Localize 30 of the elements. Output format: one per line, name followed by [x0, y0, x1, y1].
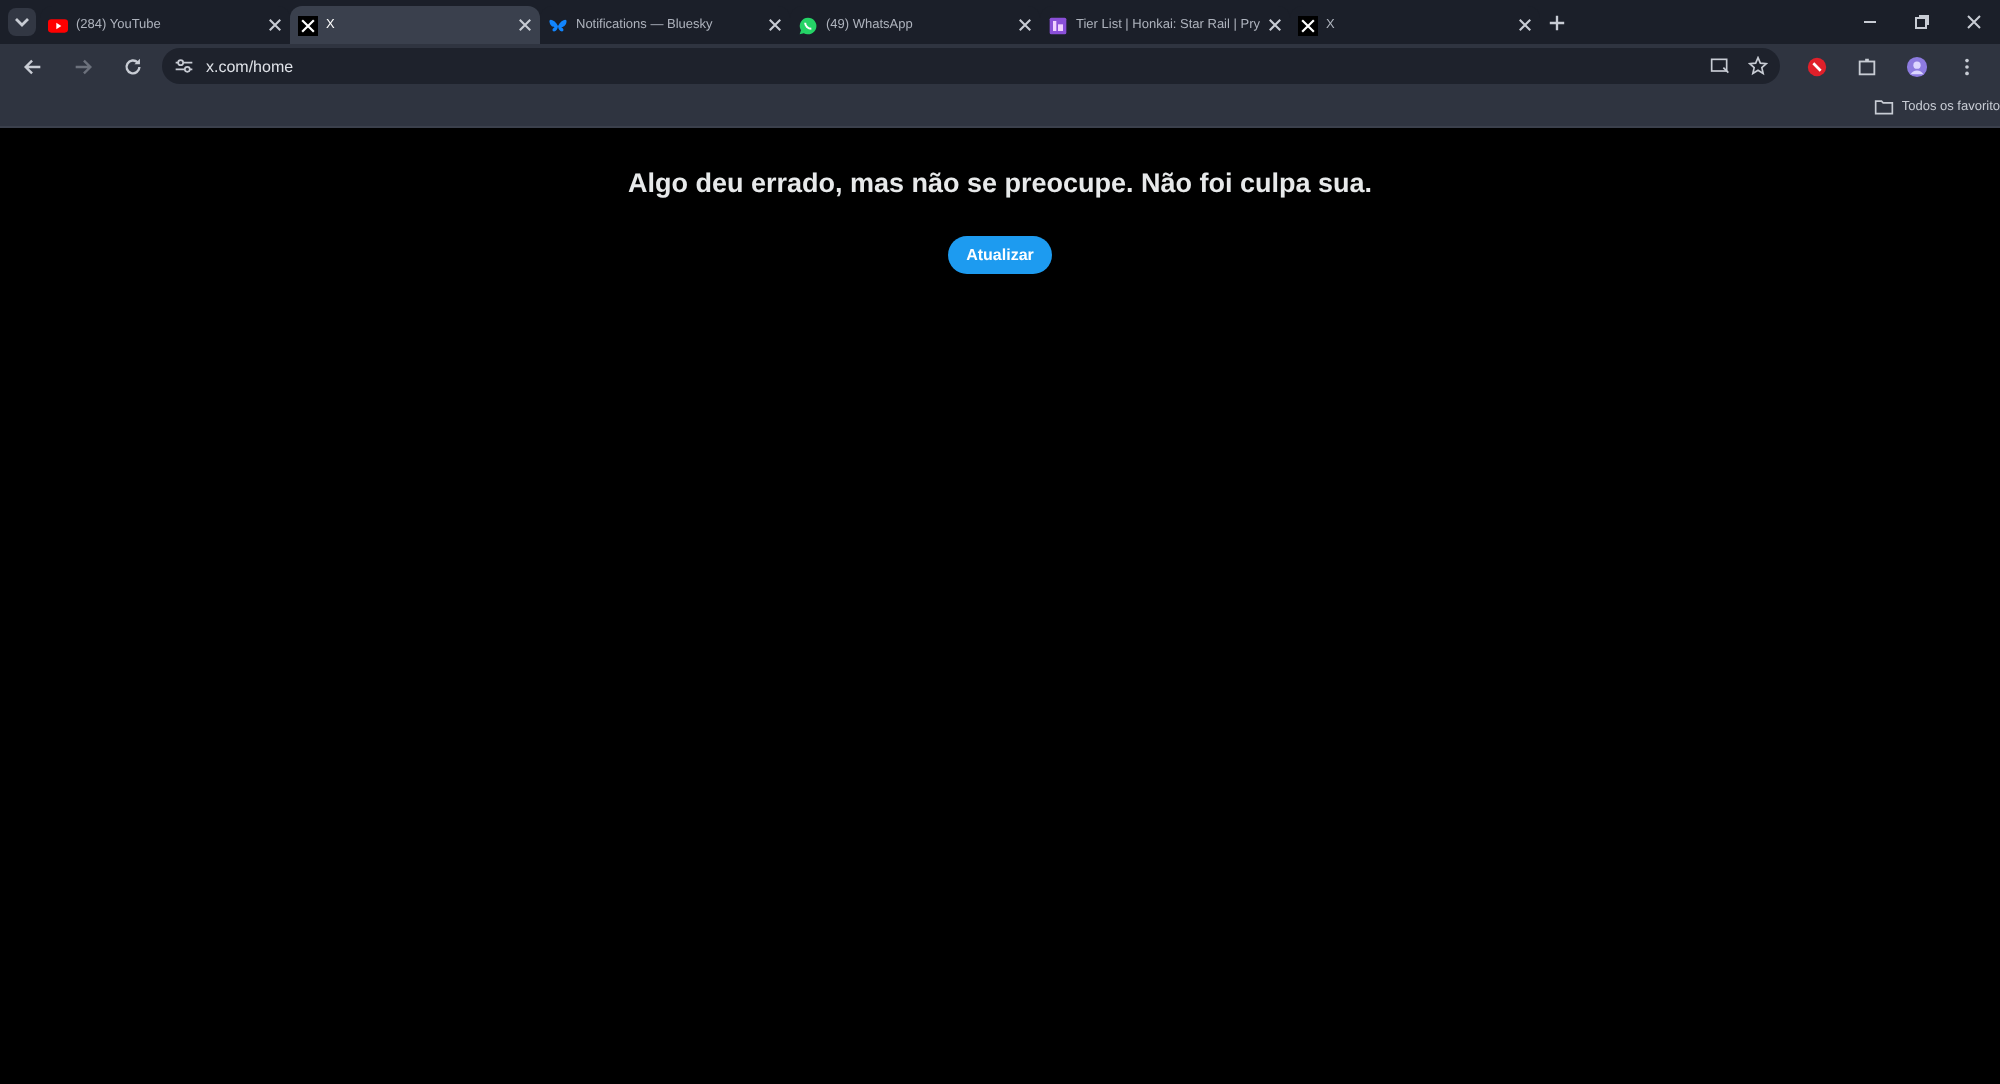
avatar-icon[interactable]: [1906, 55, 1928, 77]
forward-icon[interactable]: [72, 55, 94, 77]
address-bar[interactable]: x.com/home: [162, 48, 1780, 84]
extension-icon[interactable]: [1806, 55, 1828, 77]
x-logo-icon: [298, 15, 318, 35]
new-tab-icon[interactable]: [1548, 13, 1566, 31]
tier-list-icon: [1048, 15, 1068, 35]
close-icon[interactable]: [1518, 18, 1532, 32]
error-message: Algo deu errado, mas não se preocupe. Não foi culpa sua.: [627, 168, 1373, 198]
tab-search-button[interactable]: [8, 8, 36, 36]
bookmark-star-icon[interactable]: [1748, 56, 1768, 76]
close-icon[interactable]: [768, 18, 782, 32]
install-app-icon[interactable]: [1710, 56, 1730, 76]
close-icon[interactable]: [1018, 18, 1032, 32]
close-icon[interactable]: [1964, 12, 1984, 32]
chevron-down-icon: [12, 12, 32, 32]
play-icon: [48, 15, 68, 35]
back-icon[interactable]: [22, 55, 44, 77]
restore-icon[interactable]: [1912, 12, 1932, 32]
close-icon[interactable]: [1268, 18, 1282, 32]
site-settings-icon[interactable]: [174, 56, 194, 76]
x-logo-icon: [1298, 15, 1318, 35]
chat-bubble-icon: [798, 15, 818, 35]
url-text: x.com/home: [206, 57, 294, 75]
close-icon[interactable]: [268, 18, 282, 32]
folder-icon: [1873, 98, 1894, 116]
butterfly-icon: [548, 15, 568, 35]
puzzle-icon[interactable]: [1856, 55, 1878, 77]
close-icon[interactable]: [518, 18, 532, 32]
reload-icon[interactable]: [122, 55, 144, 77]
